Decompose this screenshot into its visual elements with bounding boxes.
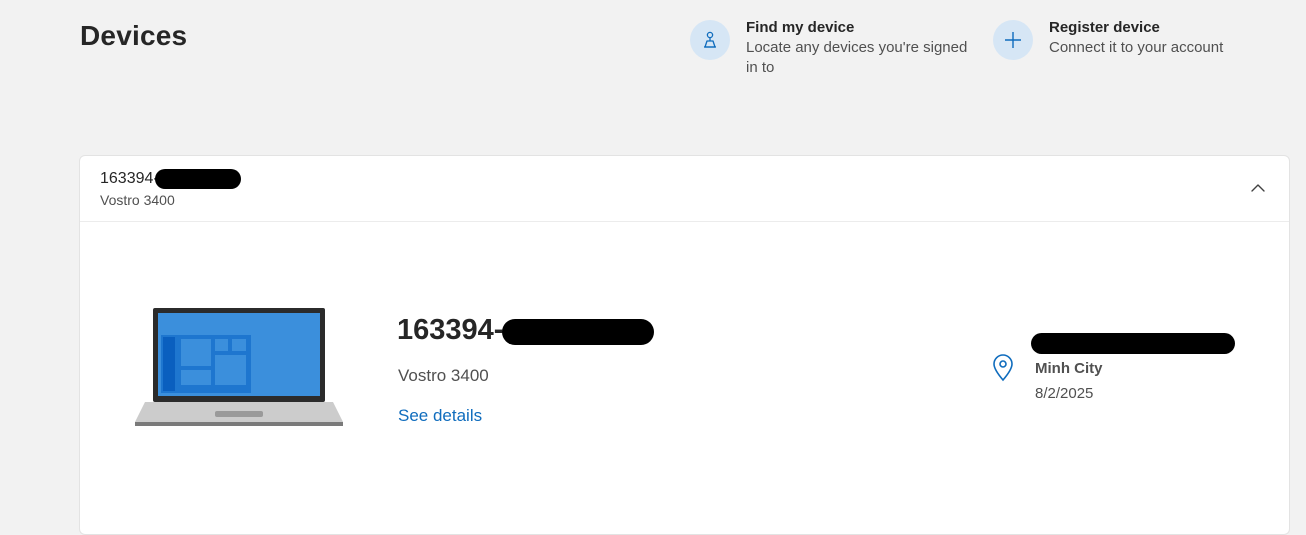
device-header-model: Vostro 3400 (100, 192, 175, 208)
location-city: Minh City (1035, 360, 1103, 377)
plus-icon (993, 20, 1033, 60)
redacted-location (1031, 333, 1235, 354)
redacted-device-name (502, 319, 655, 345)
device-header-id: 163394- (100, 169, 241, 189)
register-device-button[interactable]: Register device Connect it to your accou… (993, 18, 1223, 60)
chevron-up-icon[interactable] (1249, 179, 1267, 197)
device-header-id-prefix: 163394- (100, 170, 159, 187)
redacted-id (154, 169, 241, 189)
device-model: Vostro 3400 (398, 366, 489, 385)
laptop-image (135, 308, 343, 426)
find-my-device-title: Find my device (746, 19, 855, 36)
device-name-prefix: 163394- (397, 314, 504, 346)
see-details-link[interactable]: See details (398, 406, 482, 426)
location-date: 8/2/2025 (1035, 385, 1094, 402)
page-title: Devices (80, 20, 188, 51)
find-my-device-description: Locate any devices you're signed in to (746, 39, 968, 76)
device-card-header[interactable]: 163394- Vostro 3400 (80, 156, 1289, 222)
register-device-title: Register device (1049, 19, 1160, 36)
device-name: 163394- (397, 314, 655, 347)
register-device-description: Connect it to your account (1049, 39, 1224, 56)
find-device-icon (690, 20, 730, 60)
find-my-device-button[interactable]: Find my device Locate any devices you're… (690, 18, 976, 78)
location-pin-icon (993, 354, 1013, 382)
device-card: 163394- Vostro 3400 163394- Vostro 3400 … (79, 155, 1290, 535)
